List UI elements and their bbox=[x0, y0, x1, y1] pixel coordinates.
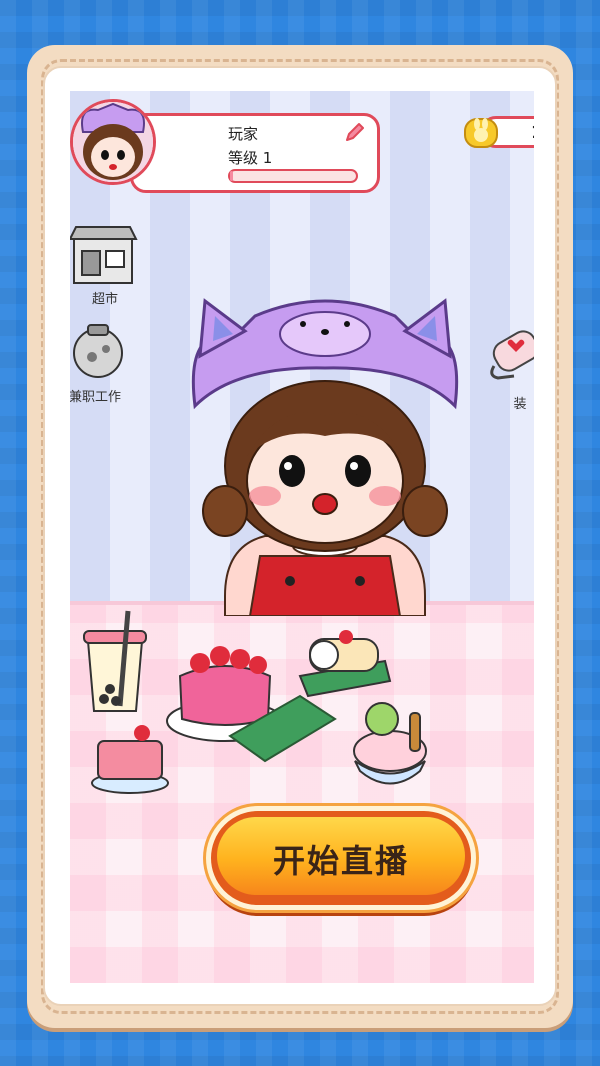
player-level: 等级 1 bbox=[228, 149, 273, 167]
decorate-button[interactable]: 装 bbox=[484, 326, 534, 412]
bubble-tea-icon bbox=[83, 610, 147, 712]
strawberry-cake-icon bbox=[91, 725, 169, 794]
swiss-roll-icon bbox=[298, 630, 392, 698]
part-time-job-button[interactable]: 兼职工作 bbox=[70, 319, 134, 405]
game-screen: 玩家 等级 1 100 bbox=[43, 66, 557, 1006]
avatar-face-icon bbox=[73, 102, 153, 182]
supermarket-button[interactable]: 超市 bbox=[70, 221, 144, 307]
streamer-character[interactable] bbox=[185, 296, 465, 616]
pencil-icon[interactable] bbox=[343, 120, 367, 144]
decorate-label: 装 bbox=[513, 397, 527, 412]
player-card[interactable]: 玩家 等级 1 bbox=[130, 113, 380, 193]
room-scene: 玩家 等级 1 100 bbox=[70, 91, 534, 983]
blender-icon bbox=[73, 324, 123, 378]
ribbon-roll-icon bbox=[490, 330, 534, 380]
coin-value: 100 bbox=[531, 123, 534, 143]
start-live-button[interactable]: 开始直播 bbox=[206, 806, 476, 910]
avatar[interactable] bbox=[70, 99, 156, 185]
ice-cream-bowl-icon bbox=[353, 702, 427, 785]
player-name: 玩家 bbox=[228, 125, 259, 143]
level-progress-fill bbox=[230, 171, 233, 181]
bunny-coin-icon bbox=[464, 118, 498, 148]
supermarket-label: 超市 bbox=[91, 292, 118, 307]
part-time-job-label: 兼职工作 bbox=[70, 390, 121, 405]
shop-icon bbox=[70, 226, 138, 284]
start-live-label: 开始直播 bbox=[272, 842, 409, 880]
level-progress-bar bbox=[228, 169, 358, 183]
